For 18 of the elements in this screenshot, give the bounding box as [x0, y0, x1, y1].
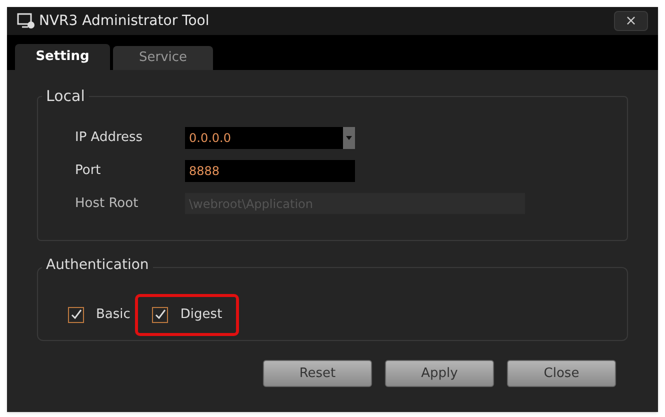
window-title: NVR3 Administrator Tool — [39, 12, 210, 30]
dialog-button[interactable]: Apply — [385, 360, 494, 387]
monitor-icon — [17, 13, 35, 29]
checkbox[interactable] — [68, 306, 84, 323]
tab[interactable]: Service — [113, 46, 213, 70]
dialog-button[interactable]: Reset — [263, 360, 372, 387]
input-field[interactable]: 8888 — [185, 160, 355, 182]
field-label: Port — [75, 162, 102, 180]
checkbox-label[interactable]: Digest — [180, 305, 222, 324]
checkbox[interactable] — [152, 306, 168, 323]
dropdown-field[interactable]: 0.0.0.0 — [185, 127, 355, 149]
close-button[interactable]: × — [614, 11, 648, 31]
tab[interactable]: Setting — [15, 44, 110, 70]
caret-icon[interactable] — [343, 127, 355, 149]
dialog-button[interactable]: Close — [507, 360, 616, 387]
checkbox-label[interactable]: Basic — [96, 305, 130, 324]
field-label: IP Address — [75, 129, 144, 148]
field-label: Host Root — [75, 194, 140, 213]
